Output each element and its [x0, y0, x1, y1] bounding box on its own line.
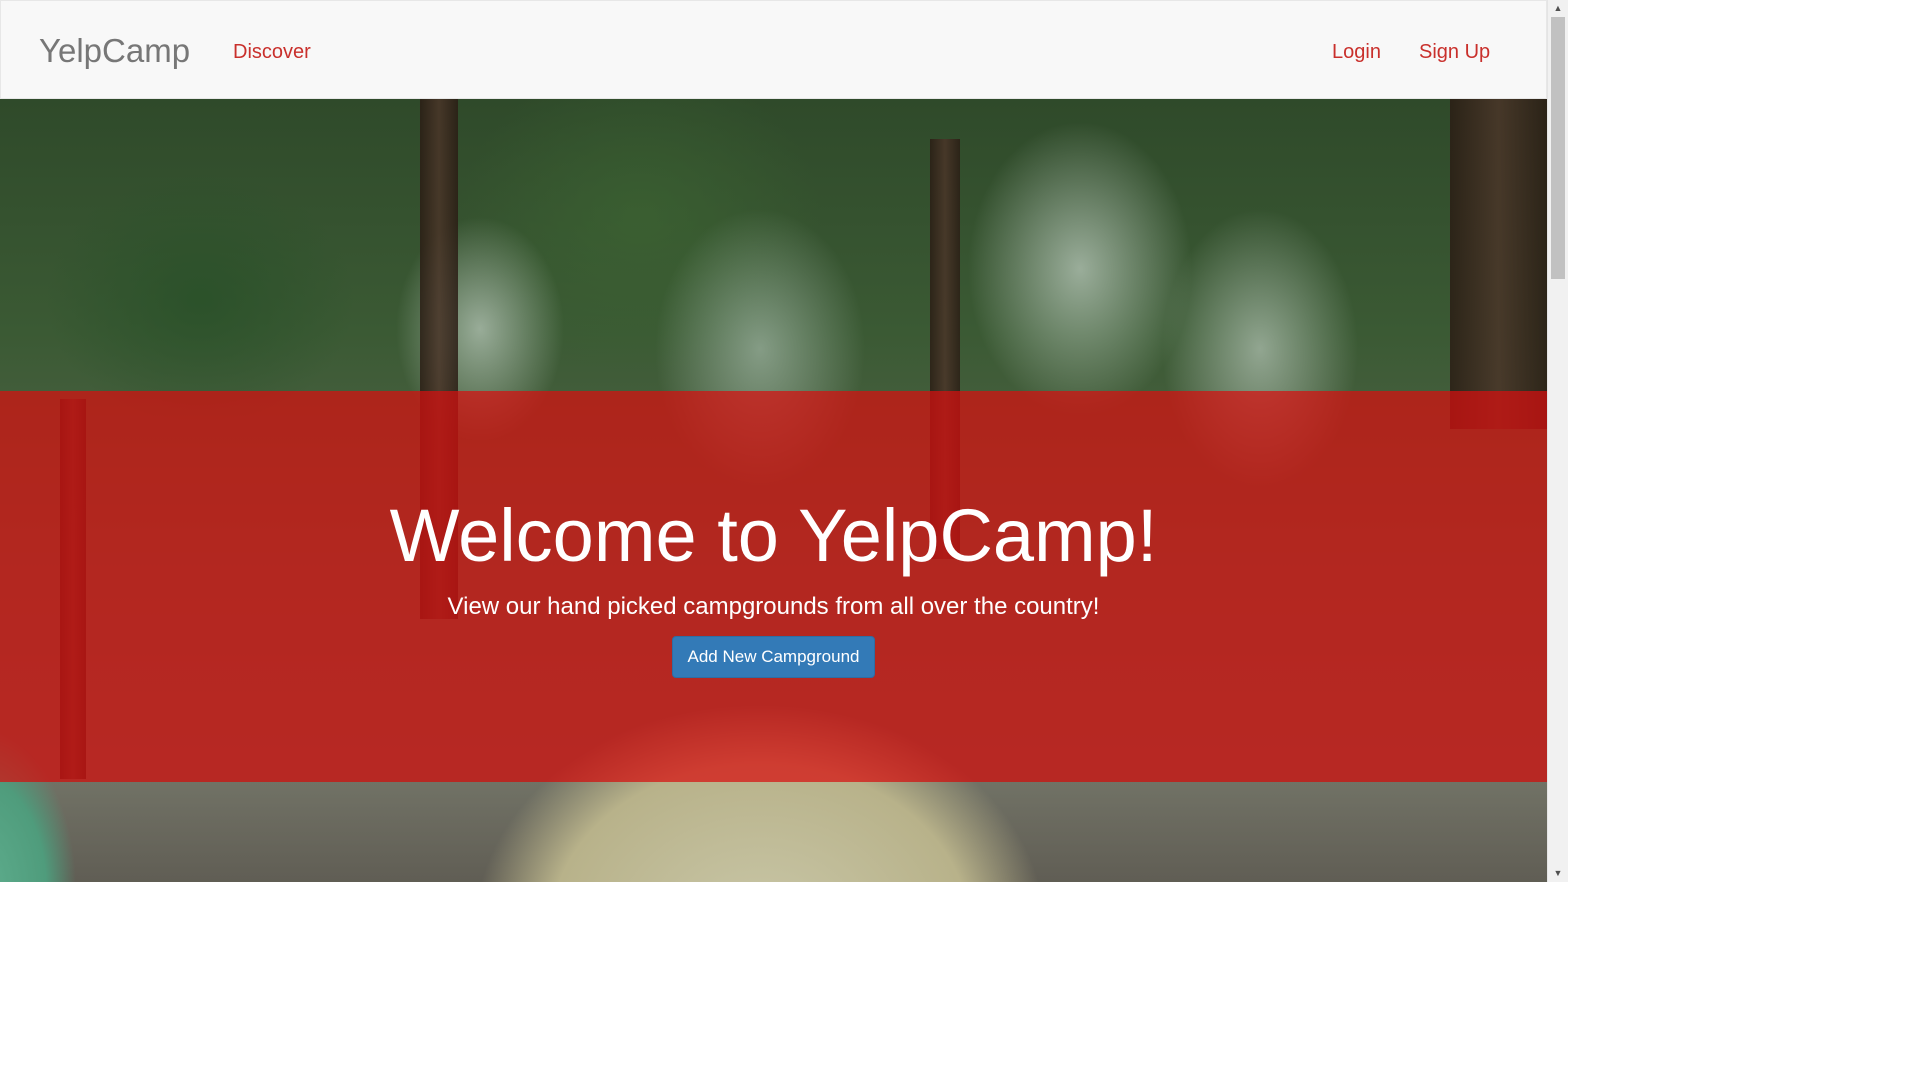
top-navbar: YelpCamp Discover Login Sign Up [0, 0, 1547, 99]
nav-discover-link[interactable]: Discover [233, 39, 311, 65]
hero-subtitle: View our hand picked campgrounds from al… [447, 593, 1100, 620]
vertical-scrollbar[interactable]: ▲ ▼ [1547, 0, 1568, 882]
landing-page: YelpCamp Discover Login Sign Up Welcome … [0, 0, 1568, 882]
hero-background [0, 99, 1547, 882]
nav-login-link[interactable]: Login [1332, 39, 1381, 65]
tree-trunk [1450, 99, 1547, 429]
scroll-down-icon[interactable]: ▼ [1548, 865, 1568, 882]
scroll-up-icon[interactable]: ▲ [1548, 0, 1568, 17]
hero-content: Welcome to YelpCamp! View our hand picke… [0, 492, 1547, 678]
nav-signup-link[interactable]: Sign Up [1419, 39, 1490, 65]
add-new-campground-button[interactable]: Add New Campground [671, 636, 876, 678]
scrollbar-thumb[interactable] [1551, 17, 1565, 279]
brand-link[interactable]: YelpCamp [39, 31, 190, 71]
hero-title: Welcome to YelpCamp! [389, 494, 1158, 577]
